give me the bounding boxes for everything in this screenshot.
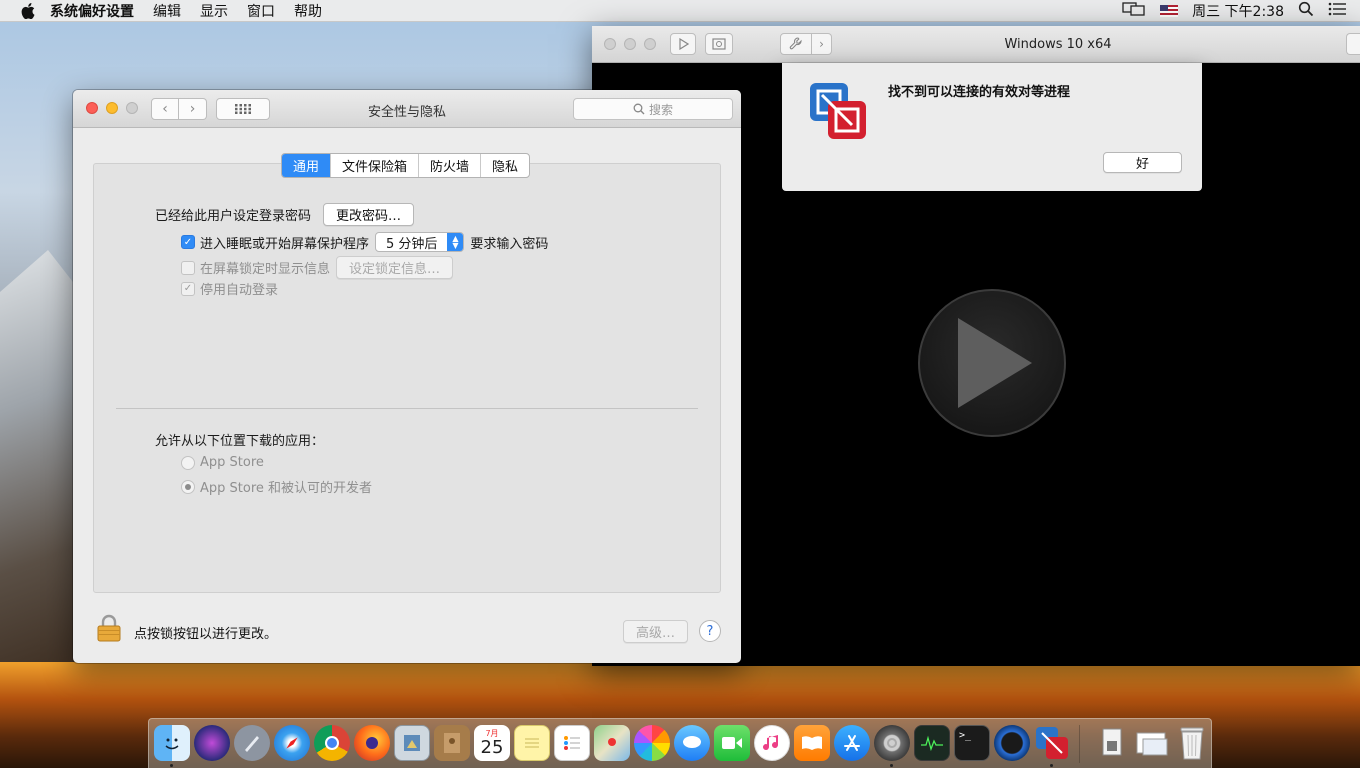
ibooks-icon[interactable] — [794, 725, 830, 761]
documents-stack-icon[interactable] — [1134, 725, 1170, 761]
search-placeholder: 搜索 — [648, 102, 673, 117]
maps-icon[interactable] — [594, 725, 630, 761]
apple-icon[interactable] — [20, 2, 36, 19]
notes-icon[interactable] — [514, 725, 550, 761]
disable-autologin-row: ✓ 停用自动登录 — [181, 279, 278, 298]
password-row: 已经给此用户设定登录密码 更改密码… — [155, 203, 415, 226]
vmware-running-indicator — [1050, 764, 1053, 767]
notification-center-icon[interactable] — [1328, 2, 1346, 20]
set-lock-message-button[interactable]: 设定锁定信息… — [336, 256, 454, 279]
disable-autologin-checkbox[interactable]: ✓ — [181, 281, 195, 296]
advanced-button[interactable]: 高级… — [623, 620, 689, 643]
download-option-appstore: App Store — [181, 455, 264, 470]
downloads-label-row: 允许从以下位置下载的应用： — [155, 430, 324, 449]
show-message-row: 在屏幕锁定时显示信息 设定锁定信息… — [181, 256, 454, 279]
vmware-fusion-dock-icon[interactable] — [1034, 725, 1070, 761]
radio-appstore[interactable] — [181, 455, 195, 470]
change-password-button[interactable]: 更改密码… — [323, 203, 415, 226]
vm-start-button[interactable] — [918, 289, 1066, 437]
require-password-suffix: 要求输入密码 — [470, 236, 549, 252]
menu-edit[interactable]: 编辑 — [153, 1, 181, 21]
activity-monitor-icon[interactable] — [914, 725, 950, 761]
show-message-checkbox[interactable] — [181, 260, 195, 275]
menu-app-name[interactable]: 系统偏好设置 — [50, 1, 134, 21]
radio-identified-label: App Store 和被认可的开发者 — [200, 481, 373, 496]
menu-bar: 系统偏好设置 编辑 显示 窗口 帮助 周三 下午2:38 — [0, 0, 1360, 22]
alert-message: 找不到可以连接的有效对等进程 — [888, 85, 1071, 100]
menu-window[interactable]: 窗口 — [247, 1, 275, 21]
chrome-icon[interactable] — [314, 725, 350, 761]
disable-autologin-label: 停用自动登录 — [200, 283, 279, 298]
require-password-label: 进入睡眠或开始屏幕保护程序 — [200, 236, 370, 252]
spotlight-icon[interactable] — [1298, 1, 1314, 21]
safari-icon[interactable] — [274, 725, 310, 761]
password-delay-value: 5 分钟后 — [386, 236, 438, 252]
downloads-stack-icon[interactable] — [1094, 725, 1130, 761]
download-option-identified: App Store 和被认可的开发者 — [181, 477, 372, 496]
finder-running-indicator — [170, 764, 173, 767]
system-preferences-icon[interactable] — [874, 725, 910, 761]
contacts-icon[interactable] — [434, 725, 470, 761]
stepper-arrows-icon: ▲ ▼ — [447, 233, 464, 251]
vmware-fusion-icon — [808, 81, 868, 141]
search-icon — [633, 103, 645, 115]
large-play-icon — [958, 318, 1032, 408]
facetime-icon[interactable] — [714, 725, 750, 761]
downloads-label: 允许从以下位置下载的应用： — [155, 434, 325, 449]
require-password-checkbox[interactable]: ✓ — [181, 235, 195, 249]
firefox-icon[interactable] — [354, 725, 390, 761]
app-store-icon[interactable] — [834, 725, 870, 761]
radio-appstore-label: App Store — [200, 455, 264, 470]
preview-icon[interactable] — [394, 725, 430, 761]
display-mirroring-icon[interactable] — [1122, 2, 1146, 20]
ok-button[interactable]: 好 — [1103, 152, 1182, 173]
photos-icon[interactable] — [634, 725, 670, 761]
radio-identified-developers[interactable] — [181, 479, 195, 494]
quicktime-icon[interactable] — [994, 725, 1030, 761]
dock: 7月 25 >_ — [148, 718, 1212, 768]
calendar-icon[interactable]: 7月 25 — [474, 725, 510, 761]
require-password-row: ✓ 进入睡眠或开始屏幕保护程序 5 分钟后 ▲ ▼ 要求输入密码 — [181, 232, 548, 252]
finder-icon[interactable] — [154, 725, 190, 761]
help-button[interactable]: ? — [699, 620, 721, 642]
show-message-label: 在屏幕锁定时显示信息 — [200, 262, 331, 277]
calendar-day: 25 — [480, 736, 504, 758]
trash-icon[interactable] — [1174, 725, 1210, 761]
itunes-icon[interactable] — [754, 725, 790, 761]
general-panel: 已经给此用户设定登录密码 更改密码… ✓ 进入睡眠或开始屏幕保护程序 5 分钟后… — [93, 163, 721, 593]
dock-separator — [1079, 725, 1080, 763]
tab-privacy[interactable]: 隐私 — [480, 154, 529, 177]
menubar-clock[interactable]: 周三 下午2:38 — [1192, 1, 1284, 21]
search-input[interactable]: 搜索 — [573, 98, 733, 120]
menu-view[interactable]: 显示 — [200, 1, 228, 21]
password-delay-select[interactable]: 5 分钟后 ▲ ▼ — [375, 232, 465, 252]
security-privacy-window: ‹ › 安全性与隐私 搜索 通用 文件保险箱 防火墙 隐私 已经给此用户设定登录… — [73, 90, 741, 663]
vm-sidebar-toggle[interactable] — [1346, 33, 1360, 55]
tab-general[interactable]: 通用 — [282, 154, 331, 177]
menu-help[interactable]: 帮助 — [294, 1, 322, 21]
terminal-icon[interactable]: >_ — [954, 725, 990, 761]
section-divider — [116, 408, 698, 409]
lock-icon[interactable] — [97, 614, 121, 642]
reminders-icon[interactable] — [554, 725, 590, 761]
tab-bar: 通用 文件保险箱 防火墙 隐私 — [281, 153, 531, 178]
alert-dialog: 找不到可以连接的有效对等进程 好 — [782, 63, 1202, 191]
us-flag-icon[interactable] — [1160, 5, 1179, 17]
messages-icon[interactable] — [674, 725, 710, 761]
tab-firewall[interactable]: 防火墙 — [418, 154, 480, 177]
vmware-window-title: Windows 10 x64 — [1004, 37, 1112, 52]
siri-icon[interactable] — [194, 725, 230, 761]
password-label: 已经给此用户设定登录密码 — [155, 209, 312, 224]
tab-filevault[interactable]: 文件保险箱 — [330, 154, 418, 177]
system-preferences-running-indicator — [890, 764, 893, 767]
vmware-titlebar: › Windows 10 x64 — [592, 26, 1360, 63]
launchpad-icon[interactable] — [234, 725, 270, 761]
prefs-titlebar: ‹ › 安全性与隐私 搜索 — [73, 90, 741, 128]
lock-hint-text: 点按锁按钮以进行更改。 — [134, 627, 278, 642]
